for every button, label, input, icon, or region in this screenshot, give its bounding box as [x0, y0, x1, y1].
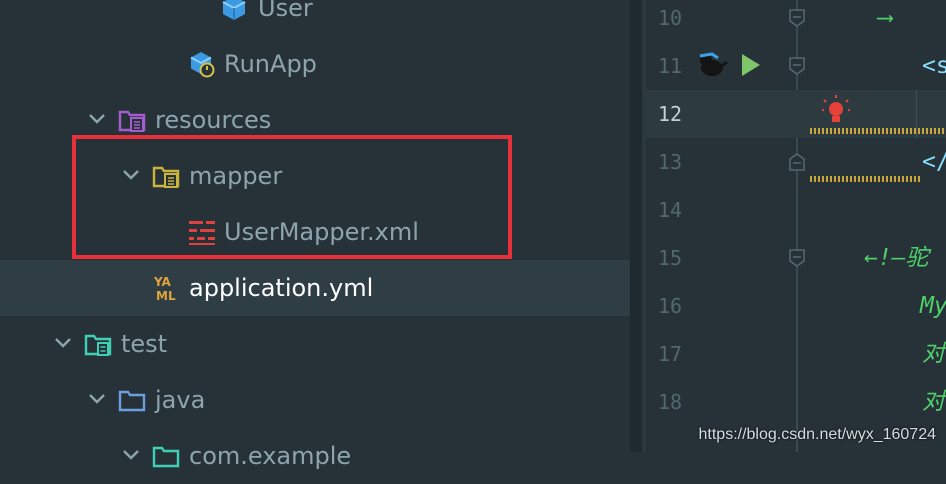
editor-line-10: 10 ⟶ — [646, 0, 946, 42]
code-text: ⟶ — [878, 5, 892, 31]
fold-marker-icon[interactable] — [788, 248, 806, 268]
line-number: 17 — [658, 342, 683, 366]
chevron-down-icon[interactable] — [52, 332, 74, 354]
tree-item-label: User — [258, 0, 313, 22]
tree-item-label: test — [121, 330, 168, 358]
line-number: 16 — [658, 294, 683, 318]
tree-item-test[interactable]: test — [0, 316, 644, 372]
editor-line-13: 13 </ — [646, 138, 946, 186]
run-icon[interactable] — [740, 52, 762, 78]
editor-line-17: 17 对 — [646, 330, 946, 378]
code-text: 对 — [922, 341, 945, 367]
line-number: 15 — [658, 246, 683, 270]
tree-item-user[interactable]: User — [0, 0, 644, 36]
tree-item-java[interactable]: java — [0, 372, 644, 428]
java-class-icon — [222, 0, 246, 20]
yaml-file-icon: YA ML — [154, 275, 176, 302]
source-folder-icon — [118, 390, 146, 412]
code-text: My — [920, 293, 946, 319]
tree-item-application-yml[interactable]: YA ML application.yml — [0, 260, 644, 316]
line-number: 10 — [658, 6, 683, 30]
svg-text:ML: ML — [156, 289, 176, 302]
tree-item-label: java — [155, 386, 206, 414]
warning-underline — [808, 128, 946, 134]
code-text: ←!—驼 — [864, 245, 929, 271]
line-number: 14 — [658, 198, 683, 222]
annotation-highlight-box — [72, 135, 512, 259]
tree-item-com-example[interactable]: com.example — [0, 428, 644, 484]
line-number: 18 — [658, 390, 683, 414]
tree-item-runapp[interactable]: RunApp — [0, 36, 644, 92]
chevron-down-icon[interactable] — [120, 444, 142, 466]
code-text: </ — [922, 149, 946, 175]
fold-marker-icon[interactable] — [788, 56, 806, 76]
code-text: 对 — [922, 389, 945, 415]
editor-line-12: 12 — [646, 90, 946, 138]
line-number: 12 — [658, 102, 683, 126]
test-folder-icon — [84, 334, 112, 356]
tree-item-label: application.yml — [189, 274, 374, 302]
warning-underline — [808, 176, 920, 182]
spring-boot-class-icon — [190, 52, 215, 78]
resources-folder-icon — [118, 110, 146, 132]
mybatis-bird-icon[interactable] — [696, 48, 728, 80]
editor-line-16: 16 My — [646, 282, 946, 330]
lightbulb-icon[interactable] — [822, 94, 850, 126]
chevron-down-icon[interactable] — [86, 108, 108, 130]
fold-marker-icon[interactable] — [788, 152, 806, 172]
editor-line-15: 15 ←!—驼 — [646, 234, 946, 282]
line-number: 11 — [658, 54, 683, 78]
watermark-text: https://blog.csdn.net/wyx_160724 — [698, 426, 937, 443]
panel-splitter[interactable] — [630, 0, 642, 452]
editor-line-11: 11 <s — [646, 42, 946, 90]
tree-item-label: RunApp — [224, 50, 317, 78]
tree-item-label: resources — [155, 106, 272, 134]
code-text: <s — [922, 53, 946, 79]
package-folder-icon — [152, 446, 180, 468]
code-editor[interactable]: 10 ⟶ 11 <s 12 13 </ 14 — [646, 0, 946, 452]
svg-text:YA: YA — [154, 275, 172, 289]
chevron-down-icon[interactable] — [86, 388, 108, 410]
fold-marker-icon[interactable] — [788, 8, 806, 28]
line-number: 13 — [658, 150, 683, 174]
editor-line-14: 14 — [646, 186, 946, 234]
editor-line-18: 18 对 — [646, 378, 946, 426]
tree-item-label: com.example — [189, 442, 352, 470]
